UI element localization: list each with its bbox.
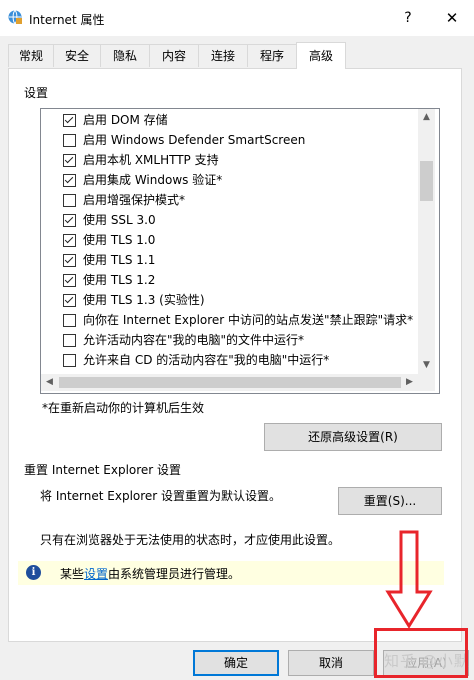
restart-note: *在重新启动你的计算机后生效: [42, 401, 205, 415]
checkbox[interactable]: [63, 114, 76, 127]
infobar-prefix: 某些: [60, 567, 85, 581]
setting-label: 使用 TLS 1.0: [83, 233, 156, 247]
tab-content[interactable]: 内容: [149, 44, 199, 67]
checkbox[interactable]: [63, 174, 76, 187]
setting-label: 启用增强保护模式*: [83, 193, 186, 207]
checkbox[interactable]: [63, 134, 76, 147]
infobar-text: 某些设置由系统管理员进行管理。: [60, 565, 240, 582]
setting-label: 启用本机 XMLHTTP 支持: [83, 153, 219, 167]
vertical-scroll-thumb[interactable]: [420, 161, 433, 201]
scrollbar-corner: [418, 374, 435, 391]
checkbox[interactable]: [63, 294, 76, 307]
title-bar: Internet 属性 ? ✕: [0, 0, 474, 36]
checkbox[interactable]: [63, 314, 76, 327]
checkbox[interactable]: [63, 154, 76, 167]
tab-programs[interactable]: 程序: [247, 44, 297, 67]
annotation-arrow-icon: [385, 530, 433, 629]
setting-label: 启用 DOM 存储: [83, 113, 168, 127]
settings-group-label: 设置: [24, 86, 49, 100]
setting-label: 允许活动内容在"我的电脑"的文件中运行*: [83, 333, 305, 347]
settings-link[interactable]: 设置: [84, 567, 108, 581]
setting-label: 允许来自 CD 的活动内容在"我的电脑"中运行*: [83, 353, 330, 367]
setting-label: 使用 SSL 3.0: [83, 213, 156, 227]
infobar-suffix: 由系统管理员进行管理。: [108, 567, 241, 581]
checkbox[interactable]: [63, 254, 76, 267]
tab-general[interactable]: 常规: [8, 44, 54, 67]
ok-button[interactable]: 确定: [193, 650, 279, 676]
setting-label: 向你在 Internet Explorer 中访问的站点发送"禁止跟踪"请求*: [83, 313, 414, 327]
reset-button[interactable]: 重置(S)...: [338, 487, 442, 515]
cancel-button[interactable]: 取消: [288, 650, 374, 676]
annotation-highlight-box: [374, 628, 468, 678]
setting-label: 使用 TLS 1.2: [83, 273, 156, 287]
tab-security[interactable]: 安全: [53, 44, 101, 67]
scroll-right-arrow-icon[interactable]: ▶: [401, 374, 418, 391]
window-title: Internet 属性: [29, 13, 105, 27]
reset-warning: 只有在浏览器处于无法使用的状态时，才应使用此设置。: [40, 533, 341, 547]
managed-settings-infobar: i 某些设置由系统管理员进行管理。: [18, 561, 444, 585]
internet-options-dialog: Internet 属性 ? ✕ 常规 安全 隐私 内容 连接 程序 高级 设置 …: [0, 0, 474, 680]
setting-label: 启用 Windows Defender SmartScreen: [83, 133, 306, 147]
vertical-scrollbar[interactable]: ▲ ▼: [418, 109, 435, 374]
checkbox[interactable]: [63, 274, 76, 287]
scroll-left-arrow-icon[interactable]: ◀: [41, 374, 58, 391]
internet-options-icon: [8, 10, 22, 24]
close-button[interactable]: ✕: [440, 7, 464, 29]
horizontal-scrollbar[interactable]: ◀ ▶: [41, 374, 418, 391]
checkbox[interactable]: [63, 334, 76, 347]
horizontal-scroll-thumb[interactable]: [59, 377, 401, 388]
checkbox[interactable]: [63, 214, 76, 227]
settings-list[interactable]: 启用 DOM 存储 启用 Windows Defender SmartScree…: [40, 108, 440, 394]
checkbox[interactable]: [63, 194, 76, 207]
info-icon: i: [26, 565, 41, 580]
checkbox[interactable]: [63, 234, 76, 247]
help-button[interactable]: ?: [396, 7, 420, 29]
scroll-down-arrow-icon[interactable]: ▼: [418, 357, 435, 374]
tab-advanced[interactable]: 高级: [296, 42, 346, 69]
setting-label: 使用 TLS 1.3 (实验性): [83, 293, 205, 307]
tab-privacy[interactable]: 隐私: [100, 44, 150, 67]
reset-section-header: 重置 Internet Explorer 设置: [24, 463, 182, 477]
restore-advanced-settings-button[interactable]: 还原高级设置(R): [264, 423, 442, 451]
scroll-up-arrow-icon[interactable]: ▲: [418, 109, 435, 126]
setting-label: 使用 TLS 1.1: [83, 253, 156, 267]
reset-description: 将 Internet Explorer 设置重置为默认设置。: [40, 489, 282, 503]
checkbox[interactable]: [63, 354, 76, 367]
tab-connections[interactable]: 连接: [198, 44, 248, 67]
setting-label: 启用集成 Windows 验证*: [83, 173, 223, 187]
